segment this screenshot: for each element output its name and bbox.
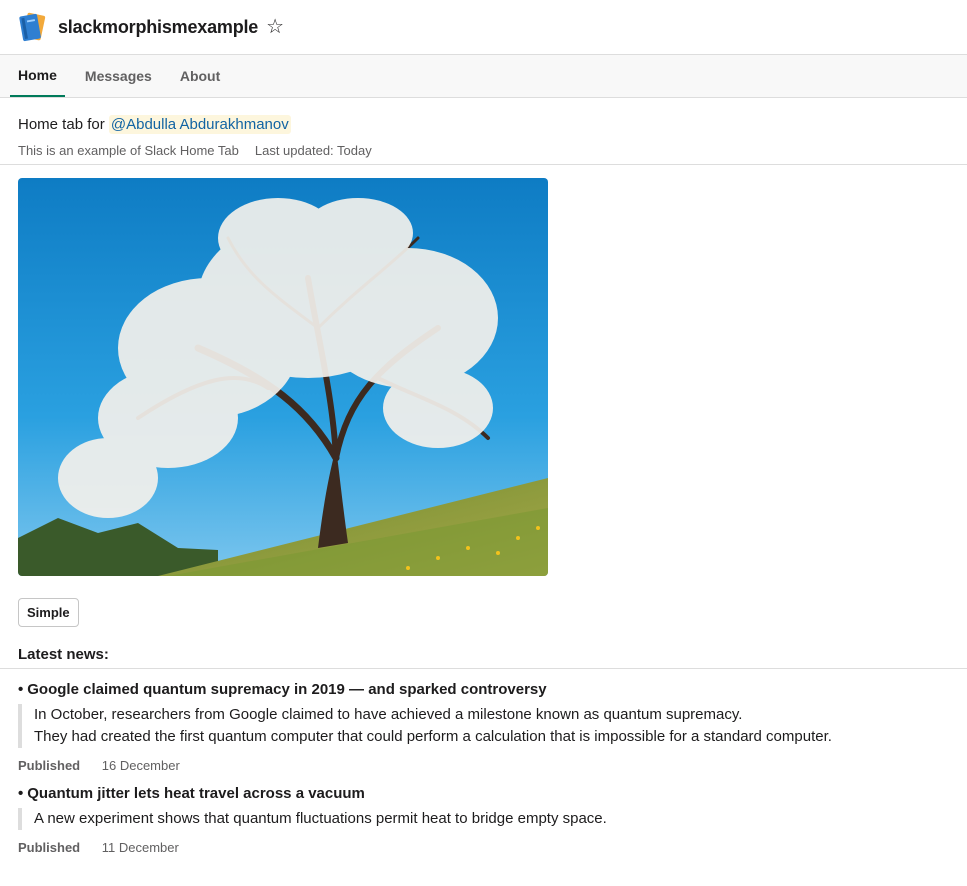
article-title[interactable]: • Quantum jitter lets heat travel across … [18,785,967,802]
news-article: • Google claimed quantum supremacy in 201… [0,681,967,773]
star-icon[interactable]: ☆ [266,17,284,37]
divider [0,164,967,165]
published-date: 16 December [101,758,180,773]
published-label: Published [18,840,81,855]
home-intro-text: Home tab for [18,116,109,133]
user-mention[interactable]: @Abdulla Abdurakhmanov [108,115,291,134]
context-line: This is an example of Slack Home Tab Last… [18,143,967,158]
article-quote: In October, researchers from Google clai… [18,704,967,748]
published-date: 11 December [101,840,179,855]
tab-messages[interactable]: Messages [77,55,160,97]
divider [0,668,967,669]
published-label: Published [18,758,81,773]
article-title-text: Google claimed quantum supremacy in 2019… [27,681,547,698]
tab-about[interactable]: About [172,55,228,97]
context-updated: Last updated: Today [254,143,372,158]
article-title[interactable]: • Google claimed quantum supremacy in 201… [18,681,967,698]
tree-image [18,178,548,576]
context-description: This is an example of Slack Home Tab [18,143,239,158]
article-body-line: They had created the first quantum compu… [34,728,832,745]
latest-news-title: Latest news: [18,646,109,663]
app-name: slackmorphismexample [58,16,259,37]
news-article: • Quantum jitter lets heat travel across … [0,785,967,855]
bullet: • [18,785,24,802]
image-section: Simple [0,178,967,627]
article-body-line: In October, researchers from Google clai… [34,706,743,723]
article-body-line: A new experiment shows that quantum fluc… [34,810,607,827]
article-meta: Published 16 December [18,758,967,773]
tab-bar: Home Messages About [0,55,967,98]
article-quote: A new experiment shows that quantum fluc… [18,808,967,830]
article-meta: Published 11 December [18,840,967,855]
article-title-text: Quantum jitter lets heat travel across a… [27,785,365,802]
bullet: • [18,681,24,698]
app-header: slackmorphismexample ☆ [0,0,967,55]
notebook-icon [19,12,46,42]
simple-button[interactable]: Simple [18,598,79,627]
home-intro: Home tab for @Abdulla Abdurakhmanov [18,115,967,134]
home-content: Home tab for @Abdulla Abdurakhmanov This… [0,115,967,158]
tab-home[interactable]: Home [10,55,65,97]
